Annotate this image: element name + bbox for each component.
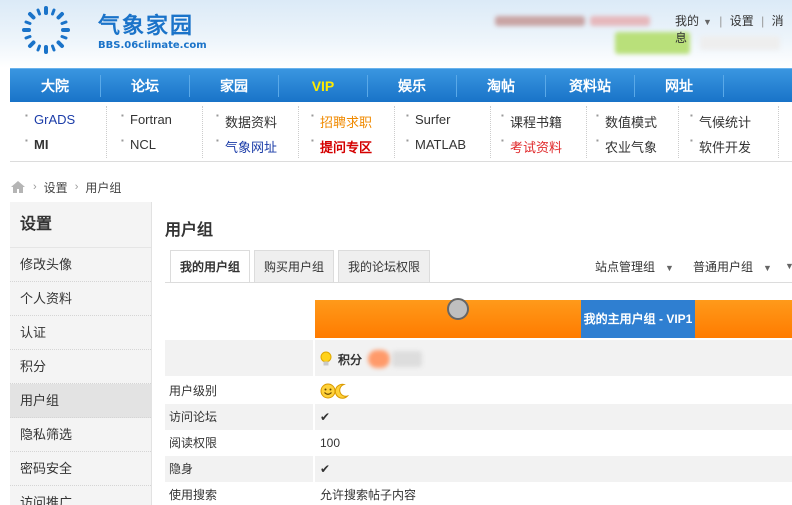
tab-buy-groups[interactable]: 购买用户组 <box>254 250 335 282</box>
subnav-link[interactable]: Surfer <box>406 111 451 127</box>
settings-sidebar: 设置 修改头像 个人资料 认证 积分 用户组 隐私筛选 密码安全 访问推广 <box>10 202 152 505</box>
subnav-link[interactable]: 农业气象 <box>596 136 657 156</box>
nav-item-entertainment[interactable]: 娱乐 <box>368 69 456 103</box>
score-label: 积分 <box>338 352 363 367</box>
subnav-link[interactable]: 气象网址 <box>216 136 277 156</box>
perm-label: 使用搜索 <box>169 488 218 502</box>
nav-item-resources[interactable]: 资料站 <box>546 69 634 103</box>
subnav-link[interactable]: 软件开发 <box>690 136 751 156</box>
cursor-circle-marker <box>447 298 469 320</box>
tab-my-groups[interactable]: 我的用户组 <box>170 250 251 282</box>
blurred-score-value <box>392 351 423 367</box>
subnav-link[interactable]: NCL <box>121 136 156 152</box>
sidebar-item-avatar[interactable]: 修改头像 <box>10 248 151 282</box>
sidebar-item-usergroup[interactable]: 用户组 <box>10 384 151 418</box>
nav-item-home[interactable]: 家园 <box>190 69 278 103</box>
perm-label: 用户级别 <box>169 384 218 398</box>
chevron-down-icon[interactable]: ▼ <box>703 17 712 27</box>
subnav-column: 数值模式 农业气象 <box>587 106 679 158</box>
subnav-link[interactable]: 气候统计 <box>690 111 751 131</box>
site-admin-group-link[interactable]: 站点管理组 ▼ <box>595 258 674 275</box>
subnav-column: 数据资料 气象网址 <box>203 106 299 158</box>
logo-sun-icon <box>22 6 70 54</box>
chevron-right-icon: › <box>33 181 37 193</box>
score-row: 积分 <box>165 340 792 376</box>
chevron-down-icon: ▼ <box>763 263 772 273</box>
chevron-down-icon: ▼ <box>665 263 674 273</box>
perm-value: 允许搜索帖子内容 <box>320 488 417 502</box>
blurred-username <box>495 16 585 26</box>
sidebar-item-verify[interactable]: 认证 <box>10 316 151 350</box>
main-content: 用户组 我的用户组 购买用户组 我的论坛权限 站点管理组 ▼ 普通用户组 ▼ ▼ 我… <box>165 202 792 505</box>
main-group-cell: 我的主用户组 - VIP1 <box>581 300 695 338</box>
breadcrumb-settings[interactable]: 设置 <box>44 179 68 196</box>
tab-bar: 我的用户组 购买用户组 我的论坛权限 <box>170 250 434 282</box>
blurred-info <box>590 16 650 26</box>
perm-row-level: 用户级别 <box>165 378 792 404</box>
regular-group-link[interactable]: 普通用户组 ▼ <box>693 258 772 275</box>
chevron-down-icon[interactable]: ▼ <box>785 258 792 272</box>
subnav-column: 课程书籍 考试资料 <box>491 106 587 158</box>
home-icon[interactable] <box>10 180 26 194</box>
sub-nav: GrADS MI Fortran NCL 数据资料 气象网址 招聘求职 提问专区… <box>10 102 792 162</box>
logo-title: 气象家园 <box>98 13 195 38</box>
lightbulb-icon <box>320 351 332 366</box>
smiley-moon-icon <box>320 383 350 399</box>
page-title: 用户组 <box>165 222 214 239</box>
perm-row-search: 使用搜索 允许搜索帖子内容 <box>165 482 792 505</box>
sidebar-item-privacy[interactable]: 隐私筛选 <box>10 418 151 452</box>
subnav-link[interactable]: 数值模式 <box>596 111 657 131</box>
perm-row-read: 阅读权限 100 <box>165 430 792 456</box>
perm-label: 访问论坛 <box>169 410 218 424</box>
sidebar-title: 设置 <box>10 202 151 248</box>
nav-item-dayuan[interactable]: 大院 <box>10 69 100 103</box>
perm-value <box>320 378 350 404</box>
score-label-wrap: 积分 <box>320 350 423 368</box>
subnav-link[interactable]: MATLAB <box>406 136 466 152</box>
breadcrumb-usergroup[interactable]: 用户组 <box>85 179 121 196</box>
top-links: 我的 ▼ | 设置 | 消息 <box>675 14 784 45</box>
main-nav: 大院 论坛 家园 VIP 娱乐 淘帖 资料站 网址 <box>10 68 792 102</box>
top-link-settings[interactable]: 设置 <box>730 14 754 28</box>
subnav-link[interactable]: 招聘求职 <box>311 111 372 131</box>
subnav-link[interactable]: 考试资料 <box>501 136 562 156</box>
perm-label: 隐身 <box>169 462 194 476</box>
subnav-link[interactable]: GrADS <box>25 111 75 127</box>
subnav-column: Fortran NCL <box>107 106 203 158</box>
tab-forum-permissions[interactable]: 我的论坛权限 <box>338 250 431 282</box>
site-logo[interactable]: 气象家园 BBS.06climate.com <box>20 4 220 56</box>
subnav-link[interactable]: Fortran <box>121 111 172 127</box>
subnav-link[interactable]: 数据资料 <box>216 111 277 131</box>
top-link-mine[interactable]: 我的 <box>675 14 699 28</box>
perm-label: 阅读权限 <box>169 436 218 450</box>
sidebar-item-profile[interactable]: 个人资料 <box>10 282 151 316</box>
nav-item-forum[interactable]: 论坛 <box>101 69 189 103</box>
nav-item-taotie[interactable]: 淘帖 <box>457 69 545 103</box>
chevron-right-icon: › <box>74 181 79 193</box>
perm-row-forum: 访问论坛 ✔ <box>165 404 792 430</box>
subnav-column: 气候统计 软件开发 <box>679 106 779 158</box>
perm-value: 100 <box>320 436 341 450</box>
site-header: 气象家园 BBS.06climate.com 我的 ▼ | 设置 | 消息 <box>0 0 792 68</box>
subnav-column: 招聘求职 提问专区 <box>299 106 395 158</box>
logo-url: BBS.06climate.com <box>98 40 207 51</box>
subnav-link[interactable]: 提问专区 <box>311 136 372 156</box>
perm-row-invisible: 隐身 ✔ <box>165 456 792 482</box>
blurred-score-badge <box>368 350 391 368</box>
sidebar-item-promotion[interactable]: 访问推广 <box>10 486 151 505</box>
subnav-link[interactable]: MI <box>25 136 49 152</box>
check-icon: ✔ <box>320 410 331 424</box>
subnav-column: GrADS MI <box>10 106 107 158</box>
subnav-link[interactable]: 课程书籍 <box>501 111 562 131</box>
nav-item-vip[interactable]: VIP <box>279 69 367 103</box>
sidebar-item-credits[interactable]: 积分 <box>10 350 151 384</box>
breadcrumb: › 设置 › 用户组 <box>10 178 121 196</box>
subnav-column: Surfer MATLAB <box>395 106 491 158</box>
sidebar-item-password[interactable]: 密码安全 <box>10 452 151 486</box>
check-icon: ✔ <box>320 462 331 476</box>
group-header-bar <box>315 300 792 338</box>
nav-item-links[interactable]: 网址 <box>635 69 723 103</box>
